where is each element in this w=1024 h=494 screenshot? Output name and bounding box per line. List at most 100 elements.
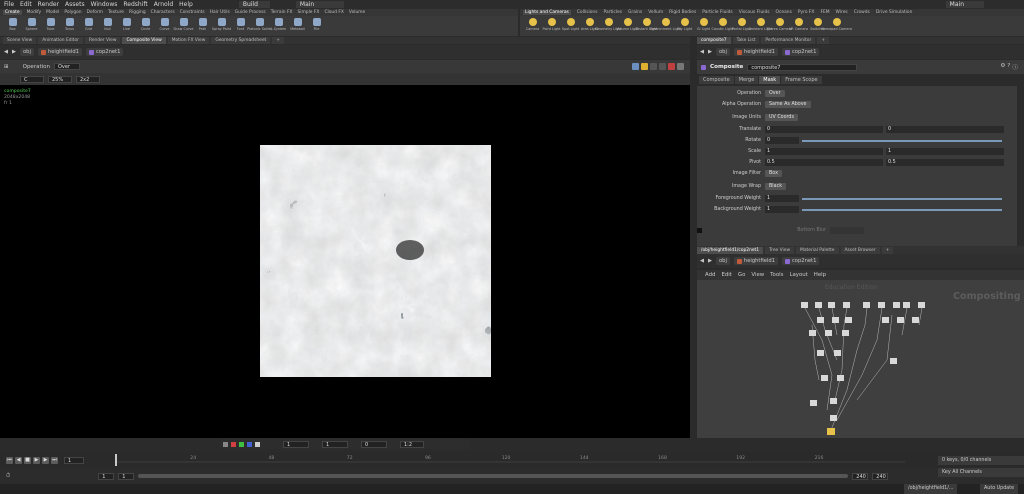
shelf-tab[interactable]: Hair Utils (210, 10, 230, 15)
shelf-tab[interactable]: Oceans (776, 10, 792, 15)
param-menu[interactable]: Box (765, 170, 782, 177)
key-all-channels-button[interactable]: Key All Channels (938, 468, 1024, 477)
forward-arrow-icon[interactable]: ▶ (708, 49, 712, 55)
shelf-tool-curve[interactable]: Curve (155, 18, 174, 31)
shelf-tab[interactable]: Cloud FX (324, 10, 343, 15)
param-field[interactable]: 1 (886, 148, 1004, 155)
tab-scene-view[interactable]: Scene View (3, 37, 37, 44)
play-button[interactable]: ▶ (33, 456, 40, 464)
shelf-tool-path[interactable]: Path (193, 18, 212, 31)
shelf-tab[interactable]: Deform (87, 10, 103, 15)
shelf-tab[interactable]: Particles (604, 10, 623, 15)
shelf-tool-grid[interactable]: Grid (79, 18, 98, 31)
grid-icon[interactable] (650, 63, 657, 70)
param-field[interactable] (830, 227, 864, 234)
shelf-tool-platonic-solids[interactable]: Platonic Solids (247, 18, 272, 31)
help-icon[interactable]: ? (1007, 63, 1010, 71)
back-arrow-icon[interactable]: ◀ (4, 49, 8, 55)
jump-end-button[interactable]: ⏭ (51, 456, 58, 464)
shelf-tab[interactable]: Constraints (180, 10, 205, 15)
back-arrow-icon[interactable]: ◀ (700, 258, 704, 264)
param-menu[interactable]: Black (765, 183, 786, 190)
alpha-channel-icon[interactable] (255, 441, 260, 447)
shelf-tab[interactable]: Crowds (854, 10, 870, 15)
blue-channel-icon[interactable] (247, 441, 252, 447)
current-frame-field[interactable]: 1 (64, 456, 84, 464)
shelf-tool-point-light[interactable]: Point Light (542, 18, 561, 31)
gear-icon[interactable]: ⚙ (1000, 63, 1005, 71)
shelf-tab[interactable]: Collisions (577, 10, 598, 15)
tab-composite-view[interactable]: Composite View (122, 37, 166, 44)
shelf-tab[interactable]: Rigging (129, 10, 146, 15)
add-tab-button[interactable]: + (272, 37, 284, 44)
frame-select[interactable]: 2x2 (76, 75, 100, 83)
tab-merge[interactable]: Merge (734, 76, 759, 84)
path-chip-cop2net[interactable]: cop2net1 (781, 48, 820, 56)
channel-select[interactable]: C (20, 75, 44, 83)
shelf-tab[interactable]: Texture (108, 10, 124, 15)
auto-update-button[interactable]: Auto Update (980, 484, 1019, 494)
info-icon[interactable]: ⓘ (1012, 63, 1018, 71)
shelf-tool-camera[interactable]: Camera (523, 18, 542, 31)
gamma-field[interactable]: 1 (322, 440, 348, 448)
options-icon[interactable] (677, 63, 684, 70)
param-checkbox[interactable] (697, 228, 702, 233)
frame-icon[interactable] (659, 63, 666, 70)
tab-performance-monitor[interactable]: Performance Monitor (761, 37, 816, 44)
shelf-tool-tube[interactable]: Tube (41, 18, 60, 31)
add-tab-button[interactable]: + (881, 246, 894, 254)
node-name-field[interactable]: composite7 (747, 63, 858, 71)
tab-asset-browser[interactable]: Asset Browser (840, 246, 880, 254)
exposure-field[interactable]: 1 (283, 440, 309, 448)
range-slider[interactable] (138, 474, 849, 478)
shelf-tool-file[interactable]: File (307, 18, 326, 31)
path-chip-obj[interactable]: obj (20, 48, 34, 56)
shelf-tab[interactable]: Vellum (648, 10, 663, 15)
menu-edit[interactable]: Edit (20, 1, 32, 8)
add-tab-button[interactable]: + (817, 37, 829, 44)
param-field[interactable]: 1 (765, 195, 799, 202)
tab-motion-fx-view[interactable]: Motion FX View (167, 37, 210, 44)
net-menu-tools[interactable]: Tools (770, 272, 783, 278)
offset-field[interactable]: 0 (361, 440, 387, 448)
shelf-tool-line[interactable]: Line (117, 18, 136, 31)
tab-take-list[interactable]: Take List (732, 37, 760, 44)
shelf-tool-vr-camera[interactable]: VR Camera (789, 18, 808, 31)
tab-geometry-spreadsheet[interactable]: Geometry Spreadsheet (211, 37, 271, 44)
shelf-tab[interactable]: Model (46, 10, 59, 15)
path-chip-heightfield[interactable]: heightfield1 (733, 48, 778, 56)
shelf-tool-stereo-camera[interactable]: Stereo Camera (767, 18, 792, 31)
time-icon[interactable]: ⏱ (6, 473, 10, 480)
path-chip-cop2net[interactable]: cop2net1 (781, 257, 820, 265)
shelf-tool-caustic-light[interactable]: Caustic Light (711, 18, 734, 31)
path-chip-heightfield[interactable]: heightfield1 (37, 48, 82, 56)
shelf-tool-circle[interactable]: Circle (136, 18, 155, 31)
shelf-tool-metaball[interactable]: Metaball (288, 18, 307, 31)
range-end2-field[interactable]: 240 (872, 472, 889, 480)
shelf-tab[interactable]: Modify (27, 10, 42, 15)
shelf-tab[interactable]: Guide Process (235, 10, 266, 15)
stop-button[interactable]: ■ (24, 456, 31, 464)
forward-arrow-icon[interactable]: ▶ (12, 49, 16, 55)
shelf-tool-sphere[interactable]: Sphere (22, 18, 41, 31)
net-menu-layout[interactable]: Layout (789, 272, 807, 278)
shelf-tab[interactable]: Simple FX (298, 10, 320, 15)
shelf-tool-spot-light[interactable]: Spot Light (561, 18, 580, 31)
path-chip-heightfield[interactable]: heightfield1 (733, 257, 778, 265)
tab-frame-scope[interactable]: Frame Scope (781, 76, 822, 84)
timeline-ruler[interactable]: 24 48 72 96 120 144 168 192 216 (115, 452, 905, 468)
menu-redshift[interactable]: Redshift (123, 1, 147, 8)
ratio-field[interactable]: 1:2 (400, 440, 424, 448)
param-slider[interactable] (802, 208, 1002, 211)
shelf-tool-draw-curve[interactable]: Draw Curve (174, 18, 193, 31)
menu-help[interactable]: Help (179, 1, 193, 8)
tab-parameters[interactable]: composite7 (697, 37, 731, 44)
step-forward-button[interactable]: ▶ (42, 456, 49, 464)
shelf-tool-spray-paint[interactable]: Spray Paint (212, 18, 231, 31)
view-mode-icon[interactable] (632, 63, 639, 70)
context-selector[interactable]: Main (295, 1, 345, 8)
shelf-tool-torus[interactable]: Torus (60, 18, 79, 31)
shelf-tab[interactable]: Polygon (64, 10, 81, 15)
param-menu[interactable]: UV Coords (765, 114, 798, 121)
shelf-tab[interactable]: Lights and Cameras (523, 10, 571, 15)
